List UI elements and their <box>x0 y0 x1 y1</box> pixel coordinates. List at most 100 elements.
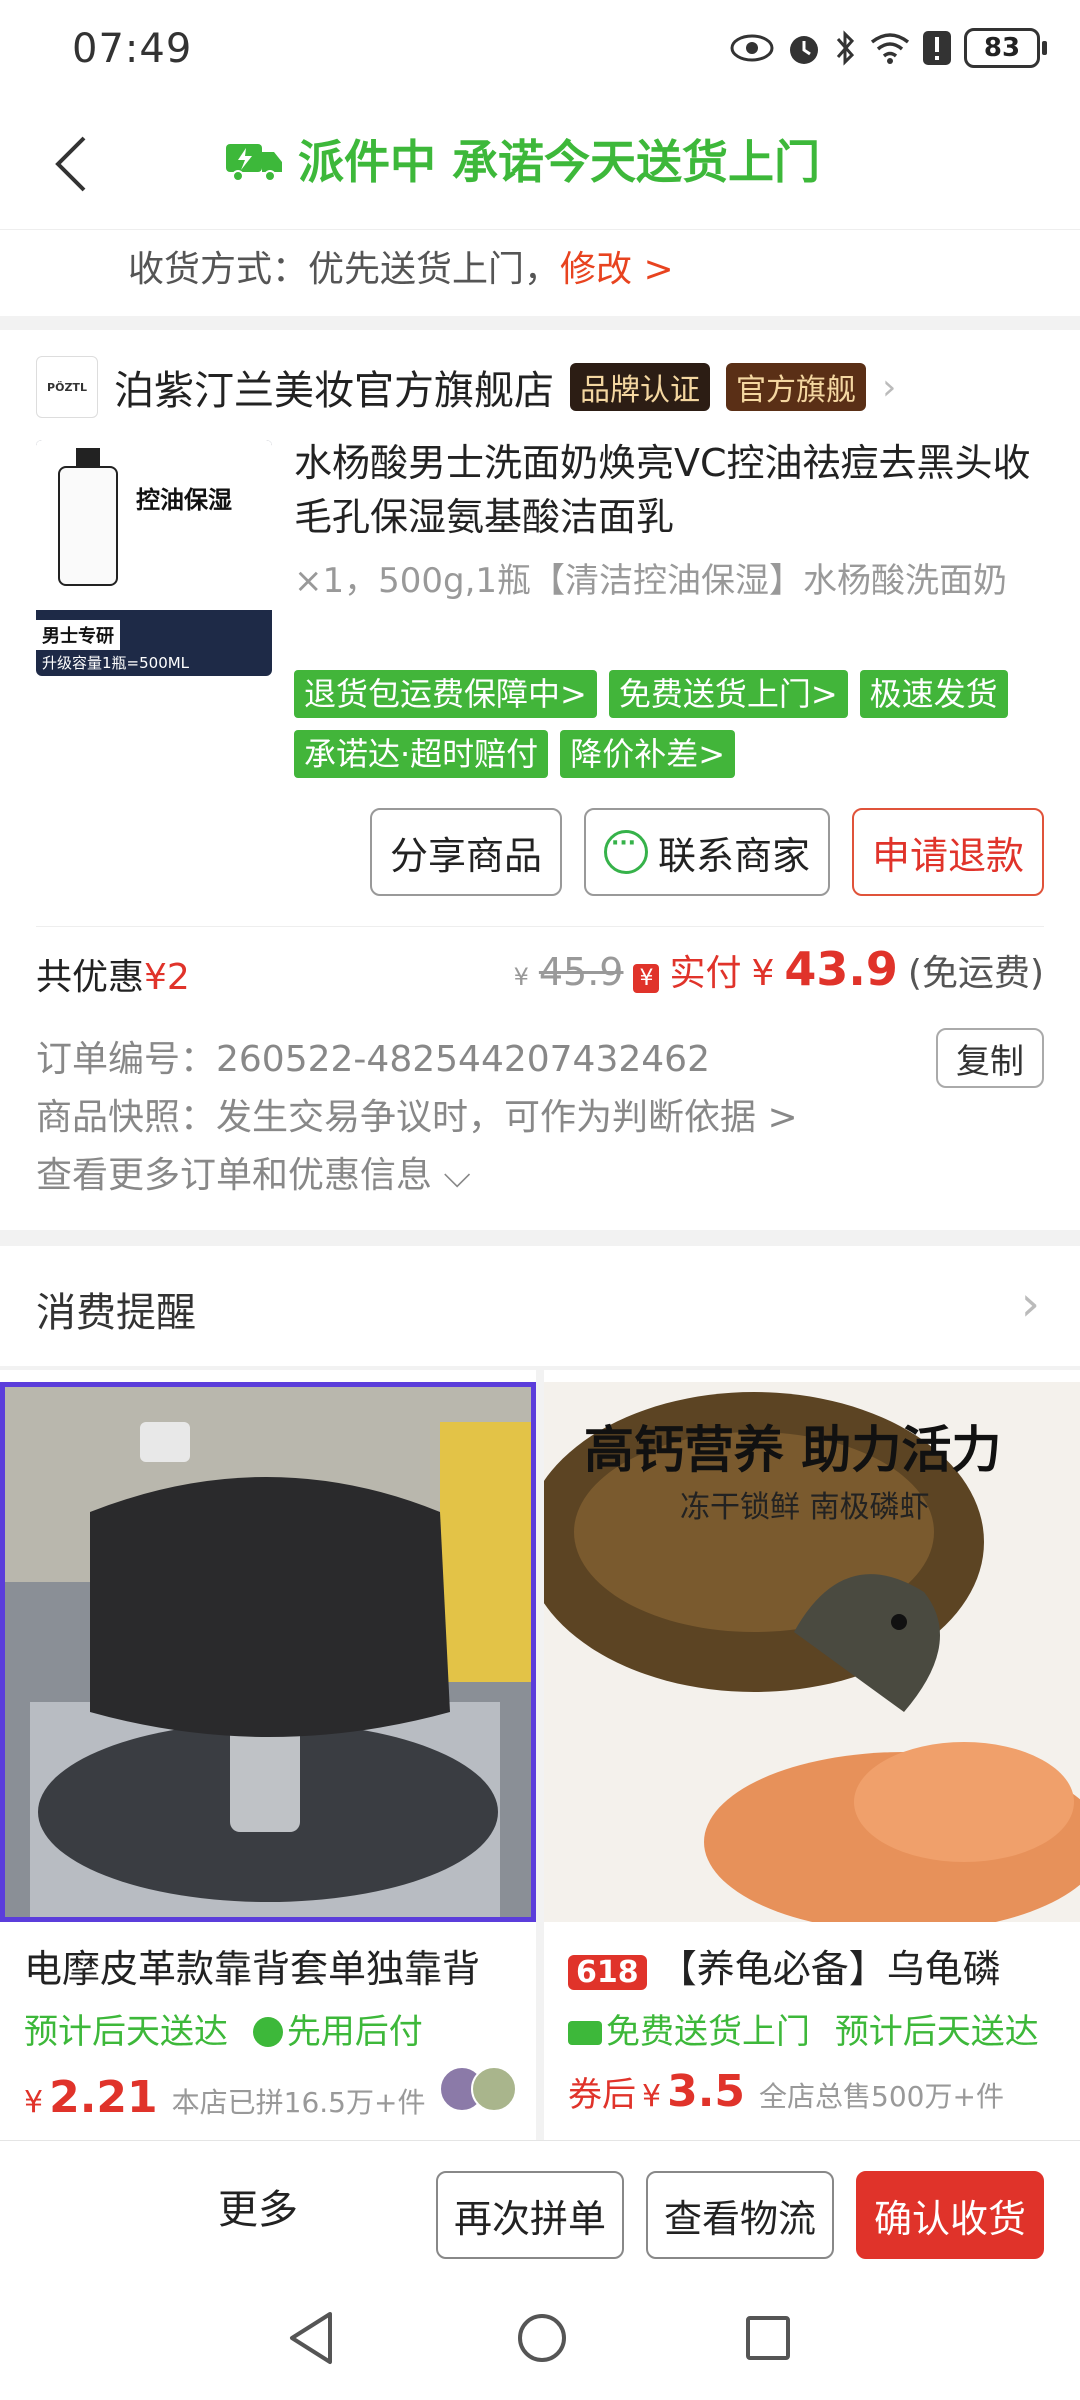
brand-certified-badge: 品牌认证 <box>570 363 710 411</box>
consumer-reminder-label: 消费提醒 <box>36 1290 196 1336</box>
paid-icon: ¥ <box>633 964 660 993</box>
banner-subtitle: 冻干锁鲜 南极磷虾 <box>680 1490 930 1525</box>
original-price-currency: ¥ <box>513 963 529 991</box>
sold-count: 全店总售500万+件 <box>759 2080 1004 2113</box>
official-flagship-badge: 官方旗舰 <box>726 363 866 411</box>
consumer-reminder-row[interactable]: 消费提醒 › <box>0 1246 1080 1366</box>
original-price: 45.9 <box>538 950 624 994</box>
price-amount: 3.5 <box>667 2066 746 2117</box>
price-amount: 2.21 <box>49 2072 158 2123</box>
status-time: 07:49 <box>72 26 193 72</box>
after-coupon-label: 券后 <box>568 2075 636 2115</box>
recommended-product-price: ¥ 2.21 本店已拼16.5万+件 <box>24 2066 518 2123</box>
recommended-product-price: 券后 ¥ 3.5 全店总售500万+件 <box>568 2066 1004 2117</box>
promo-618-badge: 618 <box>568 1955 647 1990</box>
chat-icon <box>603 830 648 874</box>
price-currency: ¥ <box>24 2085 44 2120</box>
copy-order-number-button[interactable]: 复制 <box>936 1028 1044 1088</box>
battery-indicator: 83 <box>964 28 1047 68</box>
recommended-product-meta: 预计后天送达 先用后付 <box>24 2004 423 2053</box>
page-header: 派件中 承诺今天送货上门 <box>0 96 1080 230</box>
shipping-method-row: 收货方式：优先送货上门，修改 > <box>0 230 1080 316</box>
chevron-right-icon: › <box>882 366 897 408</box>
product-image <box>0 1382 536 1922</box>
contact-seller-label: 联系商家 <box>657 833 810 878</box>
status-bar: 07:49 83 <box>0 0 1080 96</box>
delivery-status: 派件中 承诺今天送货上门 <box>224 126 820 192</box>
wifi-icon <box>870 33 910 64</box>
nav-back-icon[interactable] <box>286 2310 336 2366</box>
paid-label: 实付 <box>669 953 742 994</box>
delivery-truck-icon <box>568 2021 602 2045</box>
product-image-label: 控油保湿 <box>136 486 232 514</box>
product-snapshot-link[interactable]: 商品快照：发生交易争议时，可作为判断依据 > <box>36 1088 798 1140</box>
tag-fast-shipping: 极速发货 <box>859 670 1008 718</box>
order-actions: 分享商品 联系商家 申请退款 <box>369 808 1044 896</box>
status-icons: 83 <box>730 28 1047 68</box>
pay-later-icon <box>252 2017 283 2047</box>
shipping-method-label: 收货方式：优先送货上门， <box>128 249 561 290</box>
avatar <box>471 2066 518 2112</box>
divider <box>36 926 1044 927</box>
banner-headline: 高钙营养 助力活力 <box>584 1421 1002 1479</box>
alarm-icon <box>790 36 818 64</box>
confirm-receipt-button[interactable]: 确认收货 <box>855 2171 1044 2259</box>
recommended-product-card[interactable]: 高钙营养 助力活力 冻干锁鲜 南极磷虾 618 【养龟必备】乌龟磷 免费送货上门… <box>544 1370 1080 2140</box>
tag-on-time-guarantee: 承诺达·超时赔付 <box>294 730 549 778</box>
delivery-estimate: 预计后天送达 <box>834 2012 1039 2052</box>
delivery-estimate: 预计后天送达 <box>24 2012 228 2052</box>
recommended-product-meta: 免费送货上门 预计后天送达 <box>568 2004 1039 2053</box>
discount-label: 共优惠 <box>36 957 145 998</box>
discount-value: ¥2 <box>144 957 190 998</box>
freight-note: (免运费) <box>907 953 1044 994</box>
service-tags: 退货包运费保障中> 免费送货上门> 极速发货 承诺达·超时赔付 降价补差> <box>294 670 1054 778</box>
recommended-product-name-row: 618 【养龟必备】乌龟磷 <box>568 1938 1001 1993</box>
buyer-avatars <box>439 2066 518 2112</box>
chevron-right-icon: › <box>1020 1276 1040 1332</box>
more-button[interactable]: 更多 <box>218 2177 298 2235</box>
share-product-label: 分享商品 <box>389 833 542 878</box>
recommended-product-name: 【养龟必备】乌龟磷 <box>658 1947 1001 1991</box>
eye-icon <box>730 34 774 62</box>
product-image-tag-capacity: 升级容量1瓶=500ML <box>42 654 190 672</box>
order-card: PÖZTL 泊紫汀兰美妆官方旗舰店 品牌认证 官方旗舰 › 控油保湿 男士专研 … <box>0 330 1080 1230</box>
recommendation-grid: 电摩皮革款靠背套单独靠背 预计后天送达 先用后付 ¥ 2.21 本店已拼16.5… <box>0 1370 1080 2140</box>
order-number: 订单编号：260522-482544207432462 <box>36 1039 710 1080</box>
shop-name[interactable]: 泊紫汀兰美妆官方旗舰店 <box>114 358 554 416</box>
recommended-product-card[interactable]: 电摩皮革款靠背套单独靠背 预计后天送达 先用后付 ¥ 2.21 本店已拼16.5… <box>0 1370 536 2140</box>
modify-shipping-link[interactable]: 修改 > <box>560 249 674 290</box>
recommended-product-name: 电摩皮革款靠背套单独靠背 <box>24 1947 481 1991</box>
system-nav-bar <box>0 2280 1080 2400</box>
shop-header[interactable]: PÖZTL 泊紫汀兰美妆官方旗舰店 品牌认证 官方旗舰 › <box>36 356 896 418</box>
product-title[interactable]: 水杨酸男士洗面奶焕亮VC控油祛痘去黑头收毛孔保湿氨基酸洁面乳 <box>294 436 1044 544</box>
product-spec: ×1，500g,1瓶【清洁控油保湿】水杨酸洗面奶 <box>294 561 1008 601</box>
product-image-tag-men: 男士专研 <box>36 620 120 650</box>
more-order-info-toggle[interactable]: 查看更多订单和优惠信息 ⌵ <box>36 1146 471 1198</box>
paid-amount: 43.9 <box>784 942 898 996</box>
pay-later-label: 先用后付 <box>286 2012 423 2052</box>
contact-seller-button[interactable]: 联系商家 <box>583 808 830 896</box>
free-delivery-label: 免费送货上门 <box>606 2012 810 2052</box>
nav-recent-apps-icon[interactable] <box>746 2316 790 2360</box>
product-image[interactable]: 控油保湿 男士专研 升级容量1瓶=500ML <box>36 440 272 676</box>
tag-return-shipping[interactable]: 退货包运费保障中> <box>294 670 597 718</box>
page-title: 派件中 承诺今天送货上门 <box>298 135 821 189</box>
tag-free-delivery[interactable]: 免费送货上门> <box>608 670 848 718</box>
view-logistics-button[interactable]: 查看物流 <box>645 2171 834 2259</box>
paid-currency: ¥ <box>751 953 775 994</box>
bottom-action-bar: 更多 再次拼单 查看物流 确认收货 <box>0 2140 1080 2280</box>
back-arrow-icon[interactable] <box>36 124 116 204</box>
price-currency: ¥ <box>642 2079 662 2114</box>
share-product-button[interactable]: 分享商品 <box>369 808 562 896</box>
delivery-truck-icon <box>226 144 282 182</box>
bluetooth-icon <box>836 30 855 66</box>
price-summary: ¥ 45.9 ¥ 实付 ¥ 43.9 (免运费) <box>514 942 1044 996</box>
nav-home-icon[interactable] <box>518 2314 566 2362</box>
reorder-button[interactable]: 再次拼单 <box>435 2171 624 2259</box>
tag-price-protection[interactable]: 降价补差> <box>560 730 736 778</box>
apply-refund-button[interactable]: 申请退款 <box>851 808 1044 896</box>
apply-refund-label: 申请退款 <box>871 833 1024 878</box>
total-discount: 共优惠¥2 <box>36 948 190 1000</box>
shop-logo: PÖZTL <box>36 356 98 418</box>
sold-count: 本店已拼16.5万+件 <box>171 2086 426 2119</box>
